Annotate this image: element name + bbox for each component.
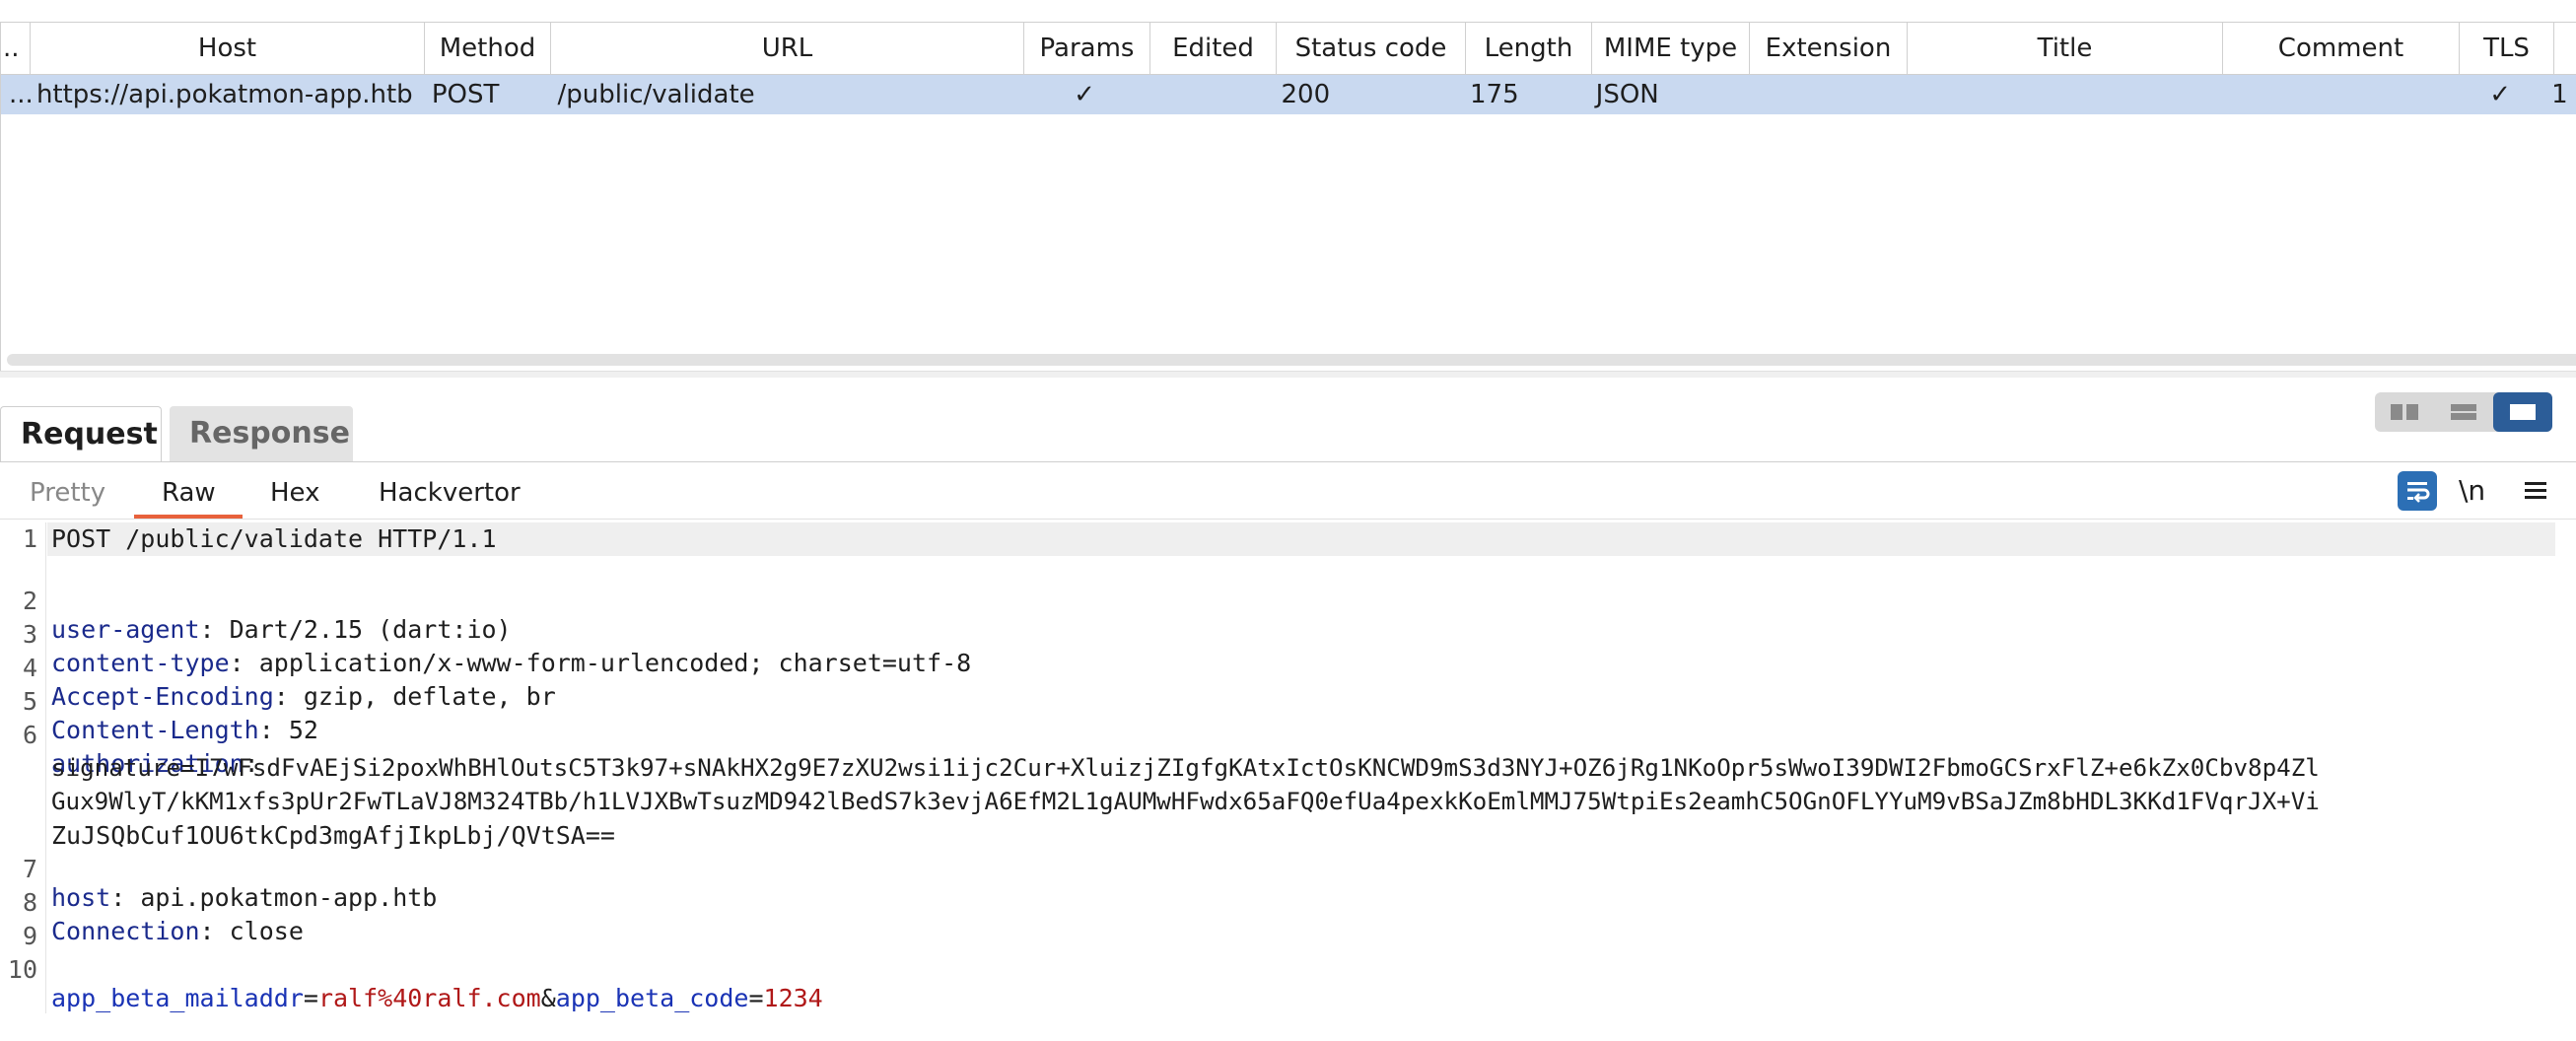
row-number: ... bbox=[9, 80, 31, 109]
header-content-type: content-type: application/x-www-form-url… bbox=[51, 649, 972, 677]
col-url[interactable]: URL bbox=[551, 23, 1024, 74]
panel-divider[interactable] bbox=[0, 371, 2576, 378]
col-method[interactable]: Method bbox=[425, 23, 551, 74]
header-connection: Connection: close bbox=[51, 917, 304, 945]
request-line: POST /public/validate HTTP/1.1 bbox=[51, 524, 497, 553]
show-newlines-button[interactable]: \n bbox=[2459, 471, 2485, 511]
layout-toggle bbox=[2375, 392, 2552, 432]
col-title[interactable]: Title bbox=[1908, 23, 2223, 74]
row-status: 200 bbox=[1281, 80, 1331, 109]
col-edited[interactable]: Edited bbox=[1150, 23, 1277, 74]
row-params-check: ✓ bbox=[1074, 80, 1095, 109]
row-extension bbox=[1745, 75, 1903, 114]
row-url: /public/validate bbox=[557, 80, 755, 109]
col-comment[interactable]: Comment bbox=[2223, 23, 2460, 74]
table-row[interactable]: ... https://api.pokatmon-app.htb POST /p… bbox=[1, 75, 2576, 114]
authorization-value-line: Gux9WlyT/kKM1xfs3pUr2FwTLaVJ8M324TBb/h1L… bbox=[51, 788, 2320, 815]
row-tls-check: ✓ bbox=[2489, 80, 2512, 109]
col-params[interactable]: Params bbox=[1024, 23, 1150, 74]
message-tabs: Request Response bbox=[0, 406, 2576, 462]
table-header: .. Host Method URL Params Edited Status … bbox=[1, 23, 2576, 75]
row-host: https://api.pokatmon-app.htb bbox=[35, 80, 413, 109]
tab-request[interactable]: Request bbox=[0, 406, 162, 461]
word-wrap-button[interactable] bbox=[2398, 471, 2437, 511]
layout-side-by-side-button[interactable] bbox=[2375, 392, 2434, 432]
header-user-agent: user-agent: Dart/2.15 (dart:io) bbox=[51, 615, 512, 644]
row-comment bbox=[2217, 75, 2453, 114]
tab-raw[interactable]: Raw bbox=[162, 463, 216, 519]
col-length[interactable]: Length bbox=[1466, 23, 1592, 74]
line-number: 10 bbox=[7, 955, 37, 984]
row-method: POST bbox=[431, 80, 500, 109]
row-title bbox=[1903, 75, 2217, 114]
col-extension[interactable]: Extension bbox=[1750, 23, 1908, 74]
horizontal-scrollbar[interactable] bbox=[7, 354, 2576, 366]
tab-hackvertor[interactable]: Hackvertor bbox=[379, 463, 521, 519]
header-host: host: api.pokatmon-app.htb bbox=[51, 883, 438, 912]
row-mime: JSON bbox=[1595, 80, 1659, 109]
line-number: 1 bbox=[22, 524, 37, 553]
col-host[interactable]: Host bbox=[31, 23, 425, 74]
tab-response[interactable]: Response bbox=[170, 406, 353, 461]
single-pane-icon bbox=[2510, 404, 2536, 420]
request-editor[interactable]: 1 POST /public/validate HTTP/1.1 2 user-… bbox=[0, 522, 2576, 1013]
layout-stacked-button[interactable] bbox=[2434, 392, 2493, 432]
col-status-code[interactable]: Status code bbox=[1277, 23, 1466, 74]
wrap-icon bbox=[2407, 482, 2430, 503]
history-table: .. Host Method URL Params Edited Status … bbox=[0, 22, 2576, 372]
authorization-value-line: signature=I7wFsdFvAEjSi2poxWhBHlOutsC5T3… bbox=[51, 754, 2320, 782]
layout-tabs-button[interactable] bbox=[2493, 392, 2552, 432]
split-vertical-icon bbox=[2391, 404, 2418, 420]
tab-hex[interactable]: Hex bbox=[270, 463, 319, 519]
header-content-length: Content-Length: 52 bbox=[51, 716, 318, 744]
header-accept-encoding: Accept-Encoding: gzip, deflate, br bbox=[51, 682, 556, 711]
col-number[interactable]: .. bbox=[1, 23, 31, 74]
row-extra: 1 bbox=[2551, 80, 2568, 109]
row-edited bbox=[1148, 75, 1274, 114]
request-body: app_beta_mailaddr=ralf%40ralf.com&app_be… bbox=[51, 984, 823, 1012]
tab-pretty[interactable]: Pretty bbox=[30, 463, 105, 519]
active-tab-underline bbox=[134, 515, 243, 519]
col-tls[interactable]: TLS bbox=[2460, 23, 2554, 74]
view-tabs: Pretty Raw Hex Hackvertor bbox=[0, 463, 2576, 520]
menu-icon[interactable] bbox=[2522, 477, 2549, 505]
authorization-value-line: ZuJSQbCuf1OU6tkCpd3mgAfjIkpLbj/QVtSA== bbox=[51, 821, 615, 850]
col-mime-type[interactable]: MIME type bbox=[1592, 23, 1750, 74]
split-horizontal-icon bbox=[2451, 404, 2476, 420]
row-length: 175 bbox=[1470, 80, 1519, 109]
